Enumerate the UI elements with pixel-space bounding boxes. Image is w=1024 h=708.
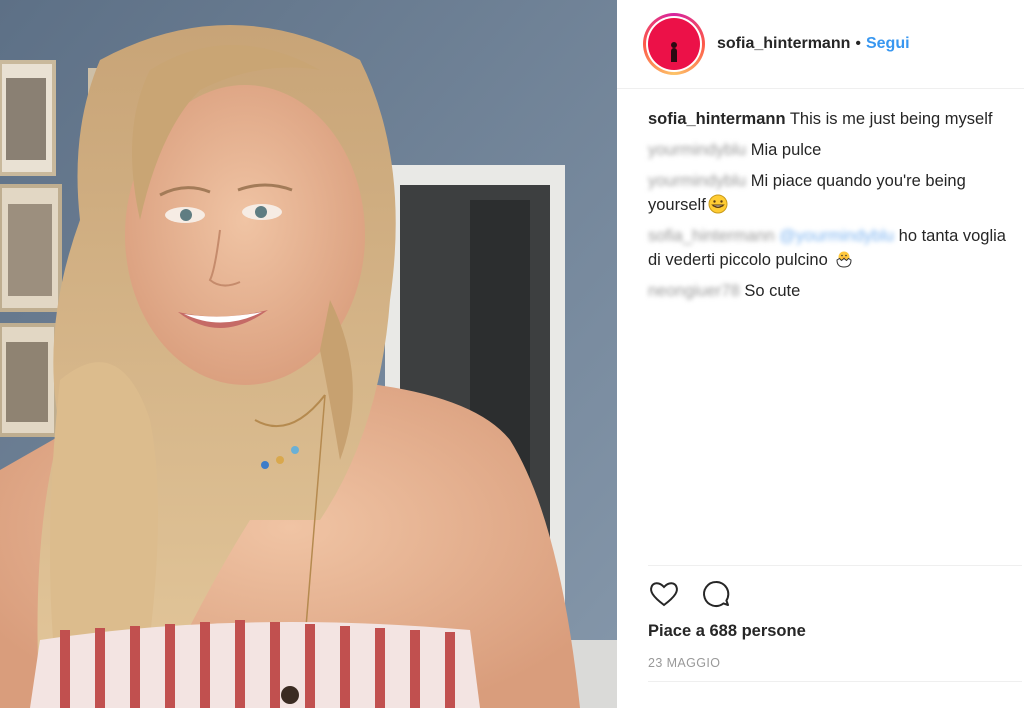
- comment-item: yourmindyblu Mia pulce: [648, 138, 1018, 162]
- likes-count[interactable]: Piace a 688 persone: [648, 622, 806, 641]
- comment-item: yourmindyblu Mi piace quando you're bein…: [648, 169, 1018, 217]
- comment-bubble-icon: [703, 580, 730, 607]
- like-button[interactable]: [648, 578, 680, 610]
- avatar-image: [648, 18, 700, 70]
- selfie-photo: [0, 0, 617, 708]
- post-side-panel: sofia_hintermann • Segui sofia_hinterman…: [617, 0, 1024, 708]
- comment-button[interactable]: [700, 578, 732, 610]
- comment-mention-blurred[interactable]: @yourmindyblu: [779, 227, 894, 245]
- follow-button[interactable]: Segui: [866, 35, 910, 53]
- comment-text: Mia pulce: [750, 141, 822, 159]
- header-separator: •: [855, 35, 861, 52]
- avatar-border: [646, 16, 702, 72]
- avatar[interactable]: [643, 13, 705, 75]
- avatar-figure-icon: [671, 42, 677, 62]
- comment-item: neongiuer78 So cute: [648, 279, 1018, 303]
- comment-caption: sofia_hintermann This is me just being m…: [648, 107, 1018, 131]
- footer-divider: [648, 681, 1022, 682]
- header-username[interactable]: sofia_hintermann: [717, 35, 850, 53]
- comments-list: sofia_hintermann This is me just being m…: [648, 107, 1018, 310]
- actions-divider: [648, 565, 1022, 566]
- post-photo[interactable]: [0, 0, 617, 708]
- comment-username[interactable]: sofia_hintermann: [648, 110, 786, 128]
- comment-username-blurred[interactable]: yourmindyblu: [648, 141, 746, 159]
- post-actions: [648, 578, 732, 610]
- comment-item: sofia_hintermann @yourmindyblu ho tanta …: [648, 224, 1018, 272]
- comment-username-blurred[interactable]: yourmindyblu: [648, 172, 746, 190]
- heart-icon: [650, 582, 678, 607]
- grinning-emoji-icon: [708, 194, 728, 214]
- post-date: 23 MAGGIO: [648, 656, 721, 670]
- comment-username-blurred[interactable]: sofia_hintermann: [648, 227, 775, 245]
- comment-username-blurred[interactable]: neongiuer78: [648, 282, 740, 300]
- comment-text: This is me just being myself: [789, 110, 993, 128]
- post-header: sofia_hintermann • Segui: [617, 0, 1024, 89]
- comment-text: So cute: [744, 282, 801, 300]
- hatching-chick-emoji-icon: [836, 251, 852, 268]
